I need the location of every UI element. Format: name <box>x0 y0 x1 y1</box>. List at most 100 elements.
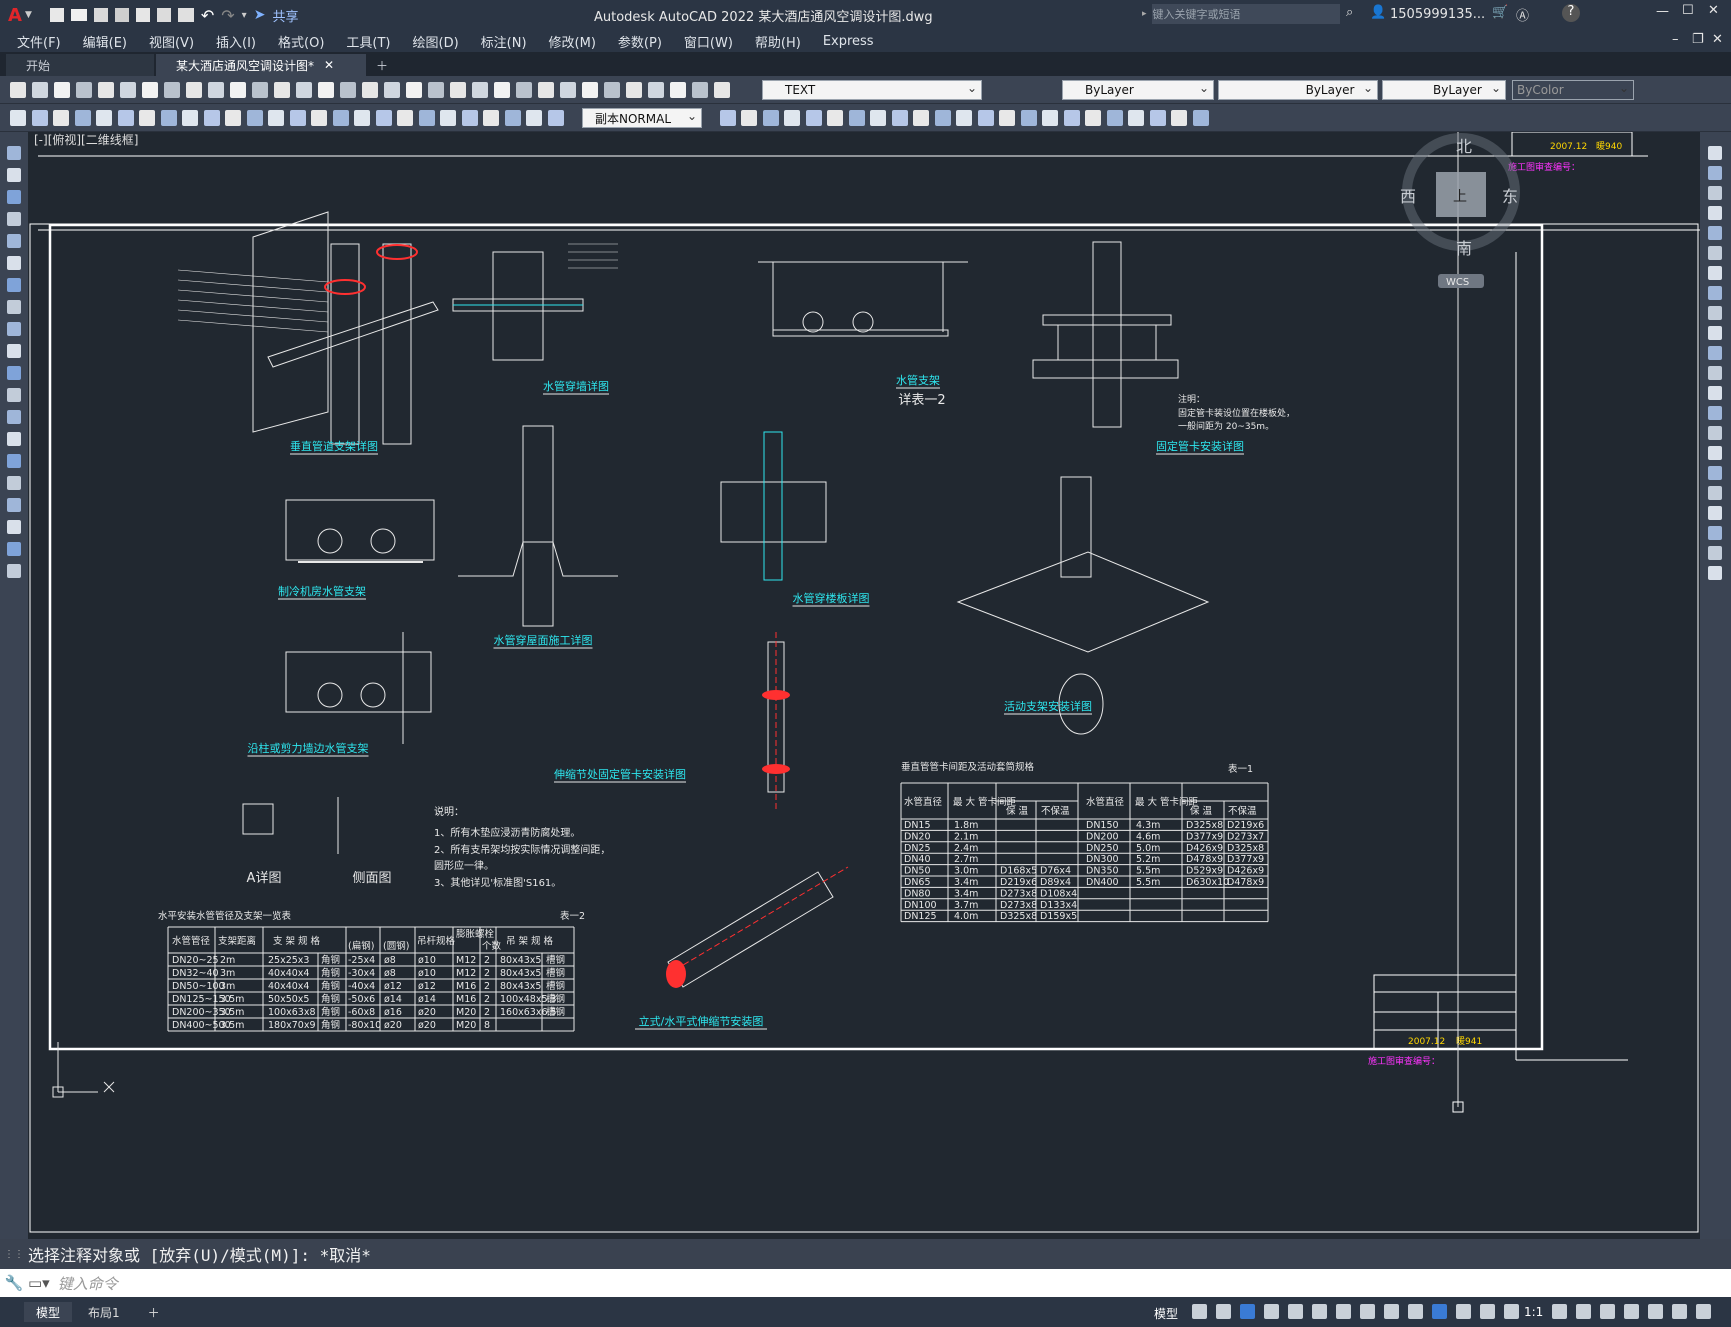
side-tool-icon[interactable] <box>7 234 21 248</box>
toolbar-tool-icon[interactable] <box>53 110 69 126</box>
search-icon[interactable]: ⌕ <box>1346 5 1353 20</box>
menu-tools[interactable]: 工具(T) <box>335 32 401 51</box>
side-tool-icon[interactable] <box>1708 366 1722 380</box>
toolbar-tool-icon[interactable] <box>362 82 378 98</box>
status-toggle-icon[interactable] <box>1672 1304 1687 1319</box>
toolbar-tool-icon[interactable] <box>289 110 306 126</box>
toolbar-tool-icon[interactable] <box>538 82 554 98</box>
toolbar-tool-icon[interactable] <box>1171 110 1187 126</box>
toolbar-tool-icon[interactable] <box>74 110 91 126</box>
toolbar-tool-icon[interactable] <box>504 110 521 126</box>
toolbar-tool-icon[interactable] <box>164 82 180 98</box>
new-file-icon[interactable] <box>49 8 64 22</box>
toolbar-tool-icon[interactable] <box>692 82 708 98</box>
toolbar-tool-icon[interactable] <box>762 110 779 126</box>
plot-style-dropdown[interactable]: ByColor <box>1512 80 1634 100</box>
plot-icon[interactable] <box>177 8 194 22</box>
toolbar-tool-icon[interactable] <box>246 110 263 126</box>
side-tool-icon[interactable] <box>1708 486 1722 500</box>
toolbar-tool-icon[interactable] <box>913 110 929 126</box>
viewcube[interactable]: 上 北 南 东 西 WCS <box>1400 133 1520 288</box>
command-recent-icon[interactable]: ▭▾ <box>28 1274 50 1292</box>
command-input[interactable]: 键入命令 <box>58 1273 118 1294</box>
status-toggle-icon[interactable] <box>1600 1304 1615 1319</box>
layout-tab-1[interactable]: 布局1 <box>76 1302 132 1322</box>
toolbar-tool-icon[interactable] <box>977 110 994 126</box>
redo-icon[interactable]: ↷ <box>221 6 234 25</box>
user-name[interactable]: 1505999135... <box>1390 7 1485 22</box>
toolbar-tool-icon[interactable] <box>805 110 822 126</box>
menu-insert[interactable]: 插入(I) <box>205 32 267 51</box>
side-tool-icon[interactable] <box>1708 206 1722 220</box>
toolbar-tool-icon[interactable] <box>956 110 972 126</box>
side-tool-icon[interactable] <box>1708 546 1722 560</box>
viewcube-south[interactable]: 南 <box>1456 239 1472 258</box>
command-options-icon[interactable]: 🔧 <box>0 1274 28 1292</box>
side-tool-icon[interactable] <box>1708 446 1722 460</box>
toolbar-tool-icon[interactable] <box>1020 110 1037 126</box>
status-toggle-icon[interactable] <box>1624 1304 1639 1319</box>
toolbar-tool-icon[interactable] <box>10 82 26 98</box>
menu-file[interactable]: 文件(F) <box>0 32 72 51</box>
status-toggle-icon[interactable] <box>1360 1304 1375 1319</box>
side-tool-icon[interactable] <box>1708 266 1722 280</box>
toolbar-tool-icon[interactable] <box>560 82 576 98</box>
menu-format[interactable]: 格式(O) <box>267 32 335 51</box>
open-web-icon[interactable] <box>135 8 150 22</box>
minimize-window-button[interactable]: — <box>1656 4 1669 19</box>
toolbar-tool-icon[interactable] <box>296 82 312 98</box>
toolbar-tool-icon[interactable] <box>375 110 392 126</box>
side-tool-icon[interactable] <box>7 542 21 556</box>
toolbar-tool-icon[interactable] <box>230 82 246 98</box>
side-tool-icon[interactable] <box>7 520 21 534</box>
toolbar-tool-icon[interactable] <box>1042 110 1058 126</box>
open-file-icon[interactable] <box>70 9 87 21</box>
customize-qat-icon[interactable]: ▾ <box>242 10 247 21</box>
toolbar-tool-icon[interactable] <box>120 82 136 98</box>
toolbar-tool-icon[interactable] <box>719 110 736 126</box>
status-toggle-icon[interactable] <box>1480 1304 1495 1319</box>
toolbar-tool-icon[interactable] <box>332 110 349 126</box>
side-tool-icon[interactable] <box>1708 186 1722 200</box>
toolbar-tool-icon[interactable] <box>670 82 686 98</box>
save-as-icon[interactable] <box>114 8 129 22</box>
toolbar-tool-icon[interactable] <box>547 110 564 126</box>
side-tool-icon[interactable] <box>7 564 21 578</box>
toolbar-tool-icon[interactable] <box>784 110 800 126</box>
maximize-window-button[interactable]: ☐ <box>1682 3 1694 18</box>
status-toggle-icon[interactable] <box>1336 1304 1351 1319</box>
toolbar-tool-icon[interactable] <box>741 110 757 126</box>
toolbar-tool-icon[interactable] <box>139 110 155 126</box>
toolbar-tool-icon[interactable] <box>10 110 26 126</box>
toolbar-tool-icon[interactable] <box>999 110 1015 126</box>
toolbar-tool-icon[interactable] <box>318 82 334 98</box>
drawing-svg[interactable]: 2007.12 暖940 施工图审查编号： [-][俯视][二维线框] 说明： … <box>28 132 1700 1239</box>
status-toggle-icon[interactable] <box>1240 1304 1255 1319</box>
side-tool-icon[interactable] <box>7 498 21 512</box>
side-tool-icon[interactable] <box>7 190 21 204</box>
status-toggle-icon[interactable] <box>1312 1304 1327 1319</box>
tab-start[interactable]: 开始 <box>6 54 154 76</box>
toolbar-tool-icon[interactable] <box>268 110 284 126</box>
side-tool-icon[interactable] <box>1708 286 1722 300</box>
toolbar-tool-icon[interactable] <box>891 110 908 126</box>
toolbar-tool-icon[interactable] <box>98 82 114 98</box>
status-toggle-icon[interactable] <box>1504 1304 1519 1319</box>
tab-drawing[interactable]: 某大酒店通风空调设计图* ✕ <box>156 54 366 76</box>
toolbar-tool-icon[interactable] <box>96 110 112 126</box>
side-tool-icon[interactable] <box>7 256 21 270</box>
annotation-scale[interactable]: 1:1 <box>1524 1305 1543 1319</box>
toolbar-tool-icon[interactable] <box>1085 110 1101 126</box>
menu-draw[interactable]: 绘图(D) <box>402 32 470 51</box>
menu-view[interactable]: 视图(V) <box>138 32 205 51</box>
viewcube-west[interactable]: 西 <box>1400 187 1416 206</box>
status-toggle-icon[interactable] <box>1576 1304 1591 1319</box>
status-toggle-icon[interactable] <box>1456 1304 1471 1319</box>
toolbar-tool-icon[interactable] <box>311 110 327 126</box>
toolbar-tool-icon[interactable] <box>186 82 202 98</box>
side-tool-icon[interactable] <box>1708 426 1722 440</box>
side-tool-icon[interactable] <box>1708 226 1722 240</box>
autodesk-app-icon[interactable]: Ⓐ <box>1516 5 1529 24</box>
toolbar-tool-icon[interactable] <box>54 82 70 98</box>
status-toggle-icon[interactable] <box>1552 1304 1567 1319</box>
